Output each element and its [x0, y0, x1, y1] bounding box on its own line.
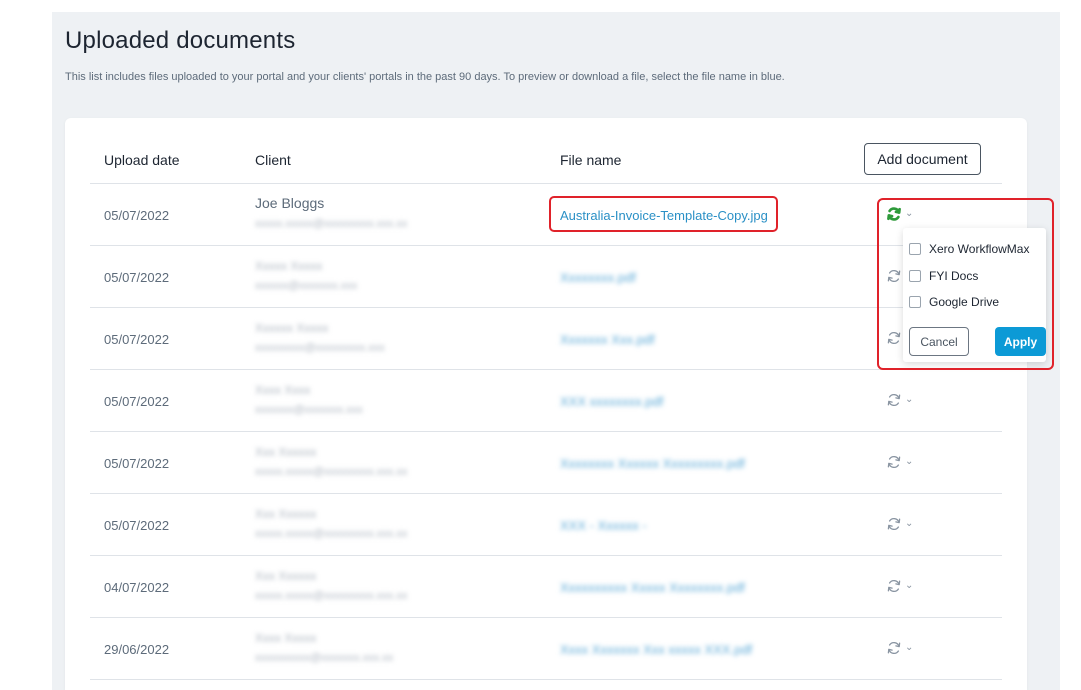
upload-date: 04/07/2022 [104, 580, 170, 595]
file-name-link[interactable]: Xxxxxxxx.pdf [560, 270, 636, 285]
client-name: Xxxxxx Xxxxx [255, 321, 329, 335]
sync-control[interactable]: ⌄ [886, 640, 913, 656]
sync-control[interactable]: ⌄ [886, 516, 913, 532]
client-email: xxxxx.xxxxx@xxxxxxxxx.xxx.xx [255, 466, 408, 478]
sync-icon [887, 517, 901, 531]
sync-icon [887, 393, 901, 407]
client-name: Xxxx Xxxxx [255, 631, 317, 645]
client-email: xxxxxxx@xxxxxxx.xxx [255, 404, 363, 416]
client-name: Xxx Xxxxxx [255, 569, 317, 583]
header-file-name: File name [560, 152, 622, 168]
table-row: 05/07/2022 Xxxxx Xxxxx xxxxxx@xxxxxxx.xxx X… [90, 246, 1002, 308]
table-row: 04/07/2022 Xxx Xxxxxx xxxxx.xxxxx@xxxxxxxx… [90, 556, 1002, 618]
table-row: 29/06/2022 Xxxx Xxxxx xxxxxxxxxx@xxxxxxx.x… [90, 618, 1002, 680]
header-upload-date: Upload date [104, 152, 180, 168]
file-highlight-annotation [549, 196, 778, 232]
upload-date: 05/07/2022 [104, 456, 170, 471]
file-name-link[interactable]: Xxxxxxxxxx Xxxxx Xxxxxxxx.pdf [560, 580, 745, 595]
file-name-link[interactable]: Xxxxxxxx Xxxxxx Xxxxxxxxx.pdf [560, 456, 745, 471]
client-email: xxxxxx@xxxxxxx.xxx [255, 280, 358, 292]
upload-date: 29/06/2022 [104, 642, 170, 657]
file-name-link[interactable]: Xxxxxxx Xxx.pdf [560, 332, 655, 347]
client-email: xxxxxxxxx@xxxxxxxxx.xxx [255, 342, 385, 354]
row-divider [90, 679, 1002, 680]
chevron-down-icon: ⌄ [905, 456, 914, 467]
sync-icon [887, 641, 901, 655]
client-email: xxxxxxxxxx@xxxxxxx.xxx.xx [255, 652, 394, 664]
header-client: Client [255, 152, 291, 168]
chevron-down-icon: ⌄ [905, 580, 914, 591]
chevron-down-icon: ⌄ [905, 394, 914, 405]
table-row: 05/07/2022 Joe Bloggs xxxxx.xxxxx@xxxxxxxx… [90, 184, 1002, 246]
sync-icon [887, 579, 901, 593]
upload-date: 05/07/2022 [104, 270, 170, 285]
sync-control[interactable]: ⌄ [886, 454, 913, 470]
page-subtitle: This list includes files uploaded to you… [65, 71, 785, 83]
sync-icon [887, 455, 901, 469]
client-name: Xxxx Xxxx [255, 383, 311, 397]
sync-control[interactable]: ⌄ [886, 392, 913, 408]
sync-control[interactable]: ⌄ [886, 578, 913, 594]
upload-date: 05/07/2022 [104, 332, 170, 347]
file-name-link[interactable]: Xxxx Xxxxxxx Xxx xxxxx XXX.pdf [560, 642, 752, 657]
page-title: Uploaded documents [65, 27, 296, 54]
client-email: xxxxx.xxxxx@xxxxxxxxx.xxx.xx [255, 218, 408, 230]
client-name: Xxx Xxxxxx [255, 507, 317, 521]
file-name-link[interactable]: XXX - Xxxxxx - [560, 518, 647, 533]
client-name: Joe Bloggs [255, 195, 325, 211]
client-email: xxxxx.xxxxx@xxxxxxxxx.xxx.xx [255, 590, 408, 602]
table-row: 05/07/2022 Xxx Xxxxxx xxxxx.xxxxx@xxxxxxxx… [90, 494, 1002, 556]
table-row: 05/07/2022 Xxx Xxxxxx xxxxx.xxxxx@xxxxxxxx… [90, 432, 1002, 494]
file-name-link[interactable]: XXX xxxxxxxx.pdf [560, 394, 663, 409]
table-row: 05/07/2022 Xxxxxx Xxxxx xxxxxxxxx@xxxxxxxx… [90, 308, 1002, 370]
menu-highlight-annotation [877, 198, 1054, 370]
chevron-down-icon: ⌄ [905, 518, 914, 529]
upload-date: 05/07/2022 [104, 208, 170, 223]
upload-date: 05/07/2022 [104, 518, 170, 533]
chevron-down-icon: ⌄ [905, 642, 914, 653]
client-email: xxxxx.xxxxx@xxxxxxxxx.xxx.xx [255, 528, 408, 540]
add-document-button[interactable]: Add document [864, 143, 981, 175]
table-row: 05/07/2022 Xxxx Xxxx xxxxxxx@xxxxxxx.xxx XX… [90, 370, 1002, 432]
client-name: Xxxxx Xxxxx [255, 259, 323, 273]
upload-date: 05/07/2022 [104, 394, 170, 409]
client-name: Xxx Xxxxxx [255, 445, 317, 459]
